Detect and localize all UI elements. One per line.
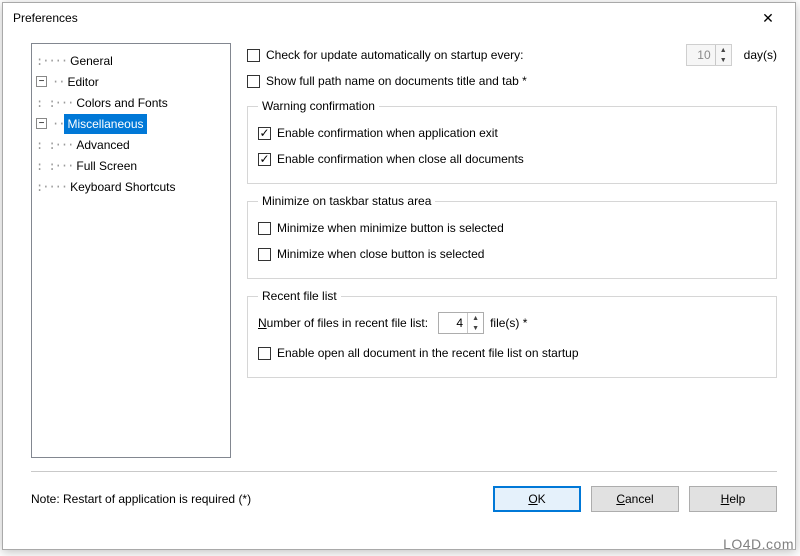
full-path-checkbox[interactable]	[247, 75, 260, 88]
close-button[interactable]: ✕	[749, 7, 787, 29]
help-button[interactable]: Help	[689, 486, 777, 512]
recent-legend: Recent file list	[258, 289, 341, 303]
recent-file-group: Recent file list Number of files in rece…	[247, 289, 777, 378]
collapse-icon[interactable]: −	[36, 118, 47, 129]
confirm-close-all-row: Enable confirmation when close all docum…	[258, 147, 766, 171]
tree-item-general[interactable]: :···· General	[36, 50, 226, 71]
window-title: Preferences	[13, 11, 749, 25]
recent-count-input[interactable]	[439, 313, 467, 333]
update-days-input	[687, 45, 715, 65]
minimize-legend: Minimize on taskbar status area	[258, 194, 435, 208]
tree-item-label: Editor	[64, 72, 101, 92]
spinner-arrows[interactable]: ▲▼	[467, 313, 483, 333]
tree-item-full-screen[interactable]: : :··· Full Screen	[36, 155, 226, 176]
settings-pane: Check for update automatically on startu…	[247, 43, 777, 467]
tree-item-label: General	[67, 51, 116, 71]
titlebar: Preferences ✕	[3, 3, 795, 33]
warning-confirmation-group: Warning confirmation Enable confirmation…	[247, 99, 777, 184]
chevron-down-icon[interactable]: ▼	[468, 323, 483, 333]
tree-item-label: Keyboard Shortcuts	[67, 177, 178, 197]
tree-item-label: Miscellaneous	[64, 114, 146, 134]
recent-open-all-label: Enable open all document in the recent f…	[277, 346, 579, 360]
confirm-exit-checkbox[interactable]	[258, 127, 271, 140]
collapse-icon[interactable]: −	[36, 76, 47, 87]
confirm-exit-row: Enable confirmation when application exi…	[258, 121, 766, 145]
tree-item-label: Advanced	[73, 135, 132, 155]
chevron-up-icon: ▲	[716, 45, 731, 55]
check-update-checkbox[interactable]	[247, 49, 260, 62]
tree-item-label: Colors and Fonts	[73, 93, 170, 113]
recent-count-spinner[interactable]: ▲▼	[438, 312, 484, 334]
full-path-label: Show full path name on documents title a…	[266, 74, 527, 88]
recent-count-row: Number of files in recent file list: ▲▼ …	[258, 311, 766, 335]
minimize-close-checkbox[interactable]	[258, 248, 271, 261]
recent-open-all-checkbox[interactable]	[258, 347, 271, 360]
watermark: LO4D.com	[723, 536, 794, 552]
ok-button[interactable]: OK	[493, 486, 581, 512]
tree-item-colors-and-fonts[interactable]: : :··· Colors and Fonts	[36, 92, 226, 113]
minimize-close-row: Minimize when close button is selected	[258, 242, 766, 266]
check-update-row: Check for update automatically on startu…	[247, 43, 777, 67]
minimize-min-checkbox[interactable]	[258, 222, 271, 235]
preferences-window: Preferences ✕ :···· General−·· Editor: :…	[2, 2, 796, 550]
recent-count-unit: file(s) *	[490, 316, 527, 330]
footer: Note: Restart of application is required…	[3, 472, 795, 522]
confirm-close-all-label: Enable confirmation when close all docum…	[277, 152, 524, 166]
tree-item-advanced[interactable]: : :··· Advanced	[36, 134, 226, 155]
warning-legend: Warning confirmation	[258, 99, 379, 113]
restart-note: Note: Restart of application is required…	[31, 492, 483, 506]
minimize-min-label: Minimize when minimize button is selecte…	[277, 221, 504, 235]
cancel-button[interactable]: Cancel	[591, 486, 679, 512]
category-tree[interactable]: :···· General−·· Editor: :··· Colors and…	[31, 43, 231, 458]
recent-count-label: Number of files in recent file list:	[258, 316, 428, 330]
content-area: :···· General−·· Editor: :··· Colors and…	[3, 33, 795, 471]
minimize-group: Minimize on taskbar status area Minimize…	[247, 194, 777, 279]
check-update-label: Check for update automatically on startu…	[266, 48, 523, 62]
chevron-up-icon[interactable]: ▲	[468, 313, 483, 323]
update-days-spinner: ▲▼	[686, 44, 732, 66]
confirm-exit-label: Enable confirmation when application exi…	[277, 126, 498, 140]
full-path-row: Show full path name on documents title a…	[247, 69, 777, 93]
confirm-close-all-checkbox[interactable]	[258, 153, 271, 166]
chevron-down-icon: ▼	[716, 55, 731, 65]
minimize-close-label: Minimize when close button is selected	[277, 247, 484, 261]
tree-item-miscellaneous[interactable]: −·· Miscellaneous	[36, 113, 226, 134]
minimize-min-row: Minimize when minimize button is selecte…	[258, 216, 766, 240]
tree-item-label: Full Screen	[73, 156, 140, 176]
recent-open-all-row: Enable open all document in the recent f…	[258, 341, 766, 365]
update-days-unit: day(s)	[744, 48, 777, 62]
spinner-arrows: ▲▼	[715, 45, 731, 65]
tree-item-editor[interactable]: −·· Editor	[36, 71, 226, 92]
tree-item-keyboard-shortcuts[interactable]: :···· Keyboard Shortcuts	[36, 176, 226, 197]
